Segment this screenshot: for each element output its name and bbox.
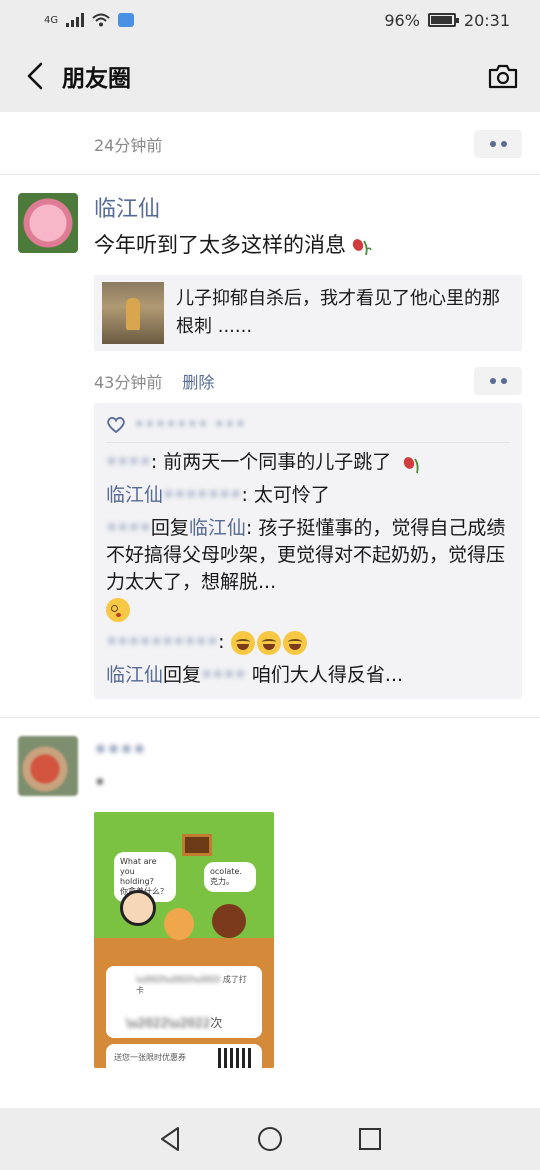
comment-sep: :: [150, 451, 164, 473]
comment-item[interactable]: ••••: 前两天一个同事的儿子跳了: [106, 449, 510, 476]
status-bar: 4G 96% 20:31: [0, 0, 540, 40]
comment-author[interactable]: 临江仙: [106, 484, 163, 506]
comment-sep: :: [218, 631, 231, 653]
home-circle-icon[interactable]: [255, 1124, 285, 1154]
post-author[interactable]: 临江仙: [94, 195, 522, 225]
heart-icon: [107, 416, 125, 433]
camera-icon[interactable]: [486, 61, 520, 91]
laughing-emoji-icon: [256, 630, 281, 655]
post-time: 24分钟前: [94, 136, 163, 155]
shocked-emoji-icon: [106, 597, 130, 622]
post-body: 临江仙 今年听到了太多这样的消息 儿子抑郁自杀后，我才看见了他心里的那根刺 ..…: [94, 193, 522, 699]
article-thumbnail: [102, 282, 164, 344]
comment-item[interactable]: 临江仙•••••••: 太可怜了: [106, 482, 510, 509]
checkin-unit: 次: [210, 1016, 223, 1030]
wilted-rose-icon: [352, 239, 372, 256]
post-text: •: [94, 770, 106, 794]
dog-character: [164, 908, 194, 940]
back-triangle-icon[interactable]: [155, 1124, 185, 1154]
post-image[interactable]: What are you holding? 你拿着什么？ ocolate. 克力…: [94, 812, 274, 1068]
coupon-text: 送您一张限时优惠券: [114, 1053, 186, 1062]
wilted-rose-icon: [404, 456, 419, 473]
battery-percent: 96%: [384, 10, 420, 30]
clock: 20:31: [463, 10, 510, 30]
likes-row: ••••••• •••: [106, 411, 510, 443]
comment-sep: :: [245, 517, 259, 539]
comment-reply-target[interactable]: 临江仙: [189, 517, 246, 539]
comment-author[interactable]: ••••: [106, 451, 151, 473]
article-title: 儿子抑郁自杀后，我才看见了他心里的那根刺 ......: [176, 288, 500, 337]
comment-author[interactable]: 临江仙: [106, 664, 163, 686]
bubble-en: ocolate.: [210, 867, 242, 876]
nav-bar: 朋友圈: [0, 40, 540, 112]
post-meta: 43分钟前 删除: [94, 363, 522, 399]
reply-word: 回复: [163, 664, 202, 686]
delete-link[interactable]: 删除: [182, 369, 214, 393]
more-dots-icon[interactable]: [474, 367, 522, 395]
blurred-text: \u2022\u2022\u2022: [136, 975, 221, 984]
comment-author[interactable]: ••••: [106, 517, 151, 539]
chevron-left-icon[interactable]: [20, 61, 50, 91]
bubble-cn: 克力。: [210, 877, 234, 886]
likes-names[interactable]: ••••••• •••: [134, 414, 246, 435]
avatar[interactable]: [18, 193, 78, 253]
app-notification-icon: [118, 13, 135, 27]
network-label: 4G: [44, 14, 59, 26]
post-body: •••• • What are you holding? 你拿着什么？ ocol…: [94, 736, 522, 1068]
comment-reply-target[interactable]: ••••: [201, 664, 246, 686]
blurred-count: \u2022\u2022: [126, 1016, 211, 1030]
checkin-count: \u2022\u2022次: [106, 996, 262, 1031]
girl-character: [212, 904, 246, 938]
bubble-en: What are you holding?: [120, 857, 157, 886]
status-right: 96% 20:31: [384, 11, 510, 30]
battery-icon: [427, 13, 459, 27]
comment-item[interactable]: 临江仙回复•••• 咱们大人得反省...: [106, 662, 510, 689]
prev-post-footer: 24分钟前: [0, 112, 540, 162]
system-nav-bar: [0, 1108, 540, 1170]
wifi-icon: [92, 13, 110, 27]
speech-bubble: ocolate. 克力。: [204, 862, 256, 892]
checkin-card: \u2022\u2022\u2022 成了打卡 \u2022\u2022次: [106, 966, 262, 1038]
battery-fill: [430, 16, 452, 24]
laughing-emoji-icon: [282, 630, 307, 655]
page-title: 朋友圈: [62, 66, 131, 92]
comment-text: 前两天一个同事的儿子跳了: [163, 451, 392, 473]
post-text-content: 今年听到了太多这样的消息: [94, 233, 346, 257]
comment-sep: :: [241, 484, 254, 506]
prev-post-meta: 24分钟前: [94, 126, 522, 162]
avatar[interactable]: [18, 736, 78, 796]
reply-word: 回复: [150, 517, 189, 539]
status-left: 4G: [44, 13, 135, 27]
comments-panel: ••••••• ••• ••••: 前两天一个同事的儿子跳了 临江仙••••••…: [94, 403, 522, 699]
poster-frame: [182, 834, 212, 856]
boy-character: [120, 890, 156, 926]
more-dots-icon[interactable]: [474, 130, 522, 158]
moment-post: 临江仙 今年听到了太多这样的消息 儿子抑郁自杀后，我才看见了他心里的那根刺 ..…: [0, 175, 540, 699]
checkin-label: \u2022\u2022\u2022 成了打卡: [106, 966, 262, 996]
laughing-emoji-icon: [230, 630, 255, 655]
moments-feed[interactable]: 24分钟前 临江仙 今年听到了太多这样的消息 儿子抑郁自杀后，我才看见了他心里的…: [0, 112, 540, 1108]
post-text: 今年听到了太多这样的消息: [94, 229, 522, 261]
shared-article-card[interactable]: 儿子抑郁自杀后，我才看见了他心里的那根刺 ......: [94, 275, 522, 351]
post-time: 43分钟前: [94, 373, 163, 392]
comment-item[interactable]: ••••回复临江仙: 孩子挺懂事的，觉得自己成绩不好搞得父母吵架，更觉得对不起奶…: [106, 515, 510, 623]
comment-reply-target[interactable]: •••••••: [163, 484, 241, 506]
qr-code: [218, 1048, 252, 1068]
post-author[interactable]: ••••: [94, 736, 522, 766]
moment-post: •••• • What are you holding? 你拿着什么？ ocol…: [0, 718, 540, 1068]
recents-square-icon[interactable]: [355, 1124, 385, 1154]
coupon-card: 送您一张限时优惠券: [106, 1044, 262, 1068]
comment-author[interactable]: ••••••••••: [106, 631, 218, 653]
signal-icon: [66, 13, 85, 27]
comment-item[interactable]: ••••••••••:: [106, 629, 510, 656]
comment-text: 太可怜了: [253, 484, 330, 506]
comment-text: 咱们大人得反省...: [245, 664, 404, 686]
